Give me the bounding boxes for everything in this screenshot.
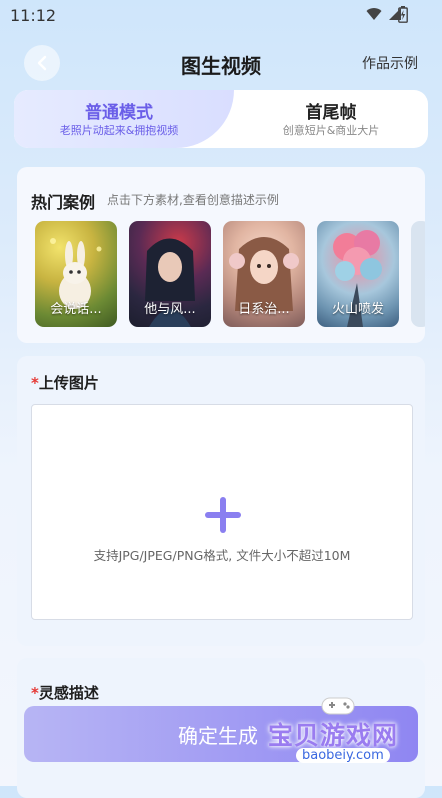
mode-tabs: 普通模式 老照片动起来&拥抱视频 首尾帧 创意短片&商业大片 (14, 90, 428, 148)
upload-title-text: 上传图片 (38, 374, 99, 392)
case-card[interactable]: 火山喷发 (317, 221, 399, 327)
tab-normal-title: 普通模式 (85, 103, 153, 123)
upload-area[interactable]: 支持JPG/JPEG/PNG格式, 文件大小不超过10M (31, 404, 413, 620)
upload-title: *上传图片 (31, 372, 99, 393)
case-label: 他与风... (144, 302, 196, 317)
case-card[interactable]: 会说话... (35, 221, 117, 327)
hot-cases-title: 热门案例 (31, 193, 96, 212)
inspiration-title-text: 灵感描述 (38, 684, 99, 702)
tab-normal-mode[interactable]: 普通模式 老照片动起来&拥抱视频 (14, 90, 234, 148)
required-mark: * (31, 374, 39, 392)
status-bar: 11:12 (0, 0, 442, 30)
case-card[interactable]: 日系治... (223, 221, 305, 327)
tab-first-last-title: 首尾帧 (305, 103, 357, 123)
gamepad-icon (321, 697, 355, 715)
plus-icon (205, 497, 241, 533)
samples-link[interactable]: 作品示例 (362, 53, 418, 73)
watermark: 宝贝游戏网 baobeiy.com (268, 690, 418, 780)
wifi-icon (366, 8, 382, 20)
hot-cases-card: 热门案例 点击下方素材,查看创意描述示例 会说话... 他与风... 日系治..… (17, 167, 425, 343)
case-label: 会说话... (50, 302, 102, 317)
top-bar: 图生视频 作品示例 (0, 40, 442, 86)
battery-icon (398, 6, 408, 23)
hot-cases-subtitle: 点击下方素材,查看创意描述示例 (107, 193, 279, 207)
confirm-generate-label: 确定生成 (178, 724, 258, 748)
watermark-url: baobeiy.com (296, 748, 390, 763)
watermark-text: 宝贝游戏网 (268, 721, 399, 750)
upload-hint: 支持JPG/JPEG/PNG格式, 文件大小不超过10M (93, 548, 351, 563)
status-icons (366, 7, 402, 21)
required-mark: * (31, 684, 39, 702)
upload-card: *上传图片 支持JPG/JPEG/PNG格式, 文件大小不超过10M (17, 356, 425, 646)
tab-normal-subtitle: 老照片动起来&拥抱视频 (59, 124, 179, 137)
tab-first-last-subtitle: 创意短片&商业大片 (282, 124, 380, 137)
case-label: 火山喷发 (331, 302, 384, 317)
case-card[interactable]: 他与风... (129, 221, 211, 327)
hot-cases-list: 会说话... 他与风... 日系治... 火山喷发 (35, 221, 425, 327)
case-card-partial[interactable] (411, 221, 425, 327)
case-label: 日系治... (238, 302, 290, 317)
status-time: 11:12 (10, 6, 57, 25)
inspiration-title: *灵感描述 (31, 682, 99, 703)
tab-first-last-frame[interactable]: 首尾帧 创意短片&商业大片 (234, 90, 428, 148)
